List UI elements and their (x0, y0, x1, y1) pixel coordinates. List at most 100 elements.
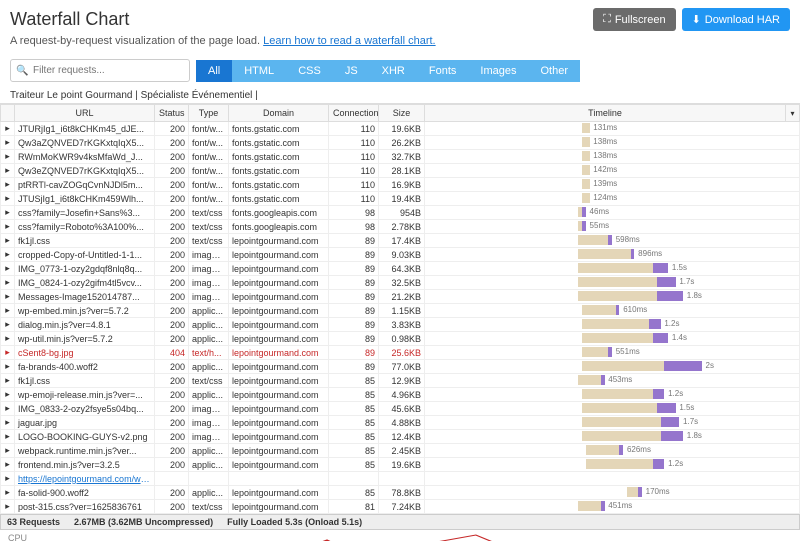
url-cell[interactable]: fk1jl.css (15, 234, 155, 248)
url-cell[interactable]: JTURjIg1_i6t8kCHKm45_dJE... (15, 122, 155, 136)
table-row[interactable]: ▸ fa-solid-900.woff2 200applic...lepoint… (1, 486, 800, 500)
url-cell[interactable]: ptRRTl-cavZOGqCvnNJDl5m... (15, 178, 155, 192)
url-cell[interactable]: RWmMoKWR9v4ksMfaWd_J... (15, 150, 155, 164)
filter-js[interactable]: JS (333, 60, 370, 82)
fullscreen-button[interactable]: ⛶ Fullscreen (593, 8, 675, 31)
url-cell[interactable]: fa-brands-400.woff2 (15, 360, 155, 374)
expand-icon[interactable]: ▸ (1, 290, 15, 304)
filter-other[interactable]: Other (528, 60, 580, 82)
expand-icon[interactable]: ▸ (1, 150, 15, 164)
table-row[interactable]: ▸ Messages-Image152014787... 200image/..… (1, 290, 800, 304)
expand-icon[interactable]: ▸ (1, 192, 15, 206)
table-row[interactable]: ▸ JTURjIg1_i6t8kCHKm45_dJE... 200font/w.… (1, 122, 800, 136)
expand-icon[interactable]: ▸ (1, 360, 15, 374)
table-row[interactable]: ▸ fk1jl.css 200text/csslepointgourmand.c… (1, 374, 800, 388)
search-input[interactable] (10, 59, 190, 82)
table-row[interactable]: ▸ wp-util.min.js?ver=5.7.2 200applic...l… (1, 332, 800, 346)
url-cell[interactable]: https://lepointgourmand.com/wp-content/u… (15, 472, 155, 486)
url-cell[interactable]: Messages-Image152014787... (15, 290, 155, 304)
expand-icon[interactable]: ▸ (1, 178, 15, 192)
expand-icon[interactable]: ▸ (1, 430, 15, 444)
url-cell[interactable]: css?family=Josefin+Sans%3... (15, 206, 155, 220)
learn-link[interactable]: Learn how to read a waterfall chart. (263, 35, 435, 47)
table-row[interactable]: ▸ webpack.runtime.min.js?ver... 200appli… (1, 444, 800, 458)
table-row[interactable]: ▸ Qw3eZQNVED7rKGKxtqIqX5... 200font/w...… (1, 164, 800, 178)
col-type[interactable]: Type (189, 105, 229, 122)
col-domain[interactable]: Domain (229, 105, 329, 122)
table-row[interactable]: ▸ frontend.min.js?ver=3.2.5 200applic...… (1, 458, 800, 472)
expand-icon[interactable]: ▸ (1, 276, 15, 290)
table-row[interactable]: ▸ wp-embed.min.js?ver=5.7.2 200applic...… (1, 304, 800, 318)
expand-icon[interactable]: ▸ (1, 122, 15, 136)
col-size[interactable]: Size (379, 105, 425, 122)
url-cell[interactable]: wp-emoji-release.min.js?ver=... (15, 388, 155, 402)
expand-icon[interactable]: ▸ (1, 416, 15, 430)
table-row[interactable]: ▸ jaguar.jpg 200image/...lepointgourmand… (1, 416, 800, 430)
url-cell[interactable]: jaguar.jpg (15, 416, 155, 430)
url-cell[interactable]: IMG_0824-1-ozy2gifm4tl5vcv... (15, 276, 155, 290)
expand-icon[interactable]: ▸ (1, 472, 15, 486)
table-row[interactable]: ▸ post-315.css?ver=1625836761 200text/cs… (1, 500, 800, 514)
col-url[interactable]: URL (15, 105, 155, 122)
expand-icon[interactable]: ▸ (1, 458, 15, 472)
url-cell[interactable]: cSent8-bg.jpg (15, 346, 155, 360)
url-cell[interactable]: cropped-Copy-of-Untitled-1-1... (15, 248, 155, 262)
expand-icon[interactable]: ▸ (1, 500, 15, 514)
expand-icon[interactable]: ▸ (1, 374, 15, 388)
filter-all[interactable]: All (196, 60, 232, 82)
url-cell[interactable]: JTUSjIg1_i6t8kCHKm459Wlh... (15, 192, 155, 206)
table-row[interactable]: ▸ IMG_0773-1-ozy2gdqf8nlq8q... 200image/… (1, 262, 800, 276)
expand-icon[interactable]: ▸ (1, 444, 15, 458)
url-cell[interactable]: fa-solid-900.woff2 (15, 486, 155, 500)
table-row[interactable]: ▸ cSent8-bg.jpg 404text/h...lepointgourm… (1, 346, 800, 360)
url-cell[interactable]: frontend.min.js?ver=3.2.5 (15, 458, 155, 472)
expand-icon[interactable]: ▸ (1, 346, 15, 360)
expand-icon[interactable]: ▸ (1, 220, 15, 234)
expand-icon[interactable]: ▸ (1, 262, 15, 276)
table-row[interactable]: ▸ cropped-Copy-of-Untitled-1-1... 200ima… (1, 248, 800, 262)
url-cell[interactable]: css?family=Roboto%3A100%... (15, 220, 155, 234)
expand-icon[interactable]: ▸ (1, 486, 15, 500)
url-cell[interactable]: IMG_0773-1-ozy2gdqf8nlq8q... (15, 262, 155, 276)
table-row[interactable]: ▸ IMG_0833-2-ozy2fsye5s04bq... 200image/… (1, 402, 800, 416)
expand-icon[interactable]: ▸ (1, 234, 15, 248)
table-row[interactable]: ▸ css?family=Josefin+Sans%3... 200text/c… (1, 206, 800, 220)
url-cell[interactable]: LOGO-BOOKING-GUYS-v2.png (15, 430, 155, 444)
download-har-button[interactable]: ⬇ Download HAR (682, 8, 790, 31)
col-connection[interactable]: Connection (329, 105, 379, 122)
url-cell[interactable]: Qw3eZQNVED7rKGKxtqIqX5... (15, 164, 155, 178)
url-cell[interactable]: Qw3aZQNVED7rKGKxtqIqX5... (15, 136, 155, 150)
url-cell[interactable]: wp-util.min.js?ver=5.7.2 (15, 332, 155, 346)
timeline-dropdown[interactable]: ▾ (786, 105, 800, 122)
url-cell[interactable]: IMG_0833-2-ozy2fsye5s04bq... (15, 402, 155, 416)
expand-icon[interactable]: ▸ (1, 206, 15, 220)
table-row[interactable]: ▸ JTUSjIg1_i6t8kCHKm459Wlh... 200font/w.… (1, 192, 800, 206)
table-row[interactable]: ▸ dialog.min.js?ver=4.8.1 200applic...le… (1, 318, 800, 332)
table-row[interactable]: ▸ RWmMoKWR9v4ksMfaWd_J... 200font/w...fo… (1, 150, 800, 164)
table-row[interactable]: ▸ fa-brands-400.woff2 200applic...lepoin… (1, 360, 800, 374)
expand-icon[interactable]: ▸ (1, 136, 15, 150)
url-cell[interactable]: dialog.min.js?ver=4.8.1 (15, 318, 155, 332)
url-cell[interactable]: wp-embed.min.js?ver=5.7.2 (15, 304, 155, 318)
table-row[interactable]: ▸ fk1jl.css 200text/csslepointgourmand.c… (1, 234, 800, 248)
expand-icon[interactable]: ▸ (1, 304, 15, 318)
expand-icon[interactable]: ▸ (1, 318, 15, 332)
expand-icon[interactable]: ▸ (1, 402, 15, 416)
col-timeline[interactable]: Timeline (425, 105, 786, 122)
filter-xhr[interactable]: XHR (370, 60, 417, 82)
filter-css[interactable]: CSS (286, 60, 333, 82)
table-row[interactable]: ▸ LOGO-BOOKING-GUYS-v2.png 200image/...l… (1, 430, 800, 444)
url-cell[interactable]: fk1jl.css (15, 374, 155, 388)
expand-icon[interactable]: ▸ (1, 332, 15, 346)
table-row[interactable]: ▸ IMG_0824-1-ozy2gifm4tl5vcv... 200image… (1, 276, 800, 290)
filter-fonts[interactable]: Fonts (417, 60, 469, 82)
filter-html[interactable]: HTML (232, 60, 286, 82)
expand-icon[interactable]: ▸ (1, 388, 15, 402)
table-row[interactable]: ▸ css?family=Roboto%3A100%... 200text/cs… (1, 220, 800, 234)
url-cell[interactable]: post-315.css?ver=1625836761 (15, 500, 155, 514)
col-status[interactable]: Status (155, 105, 189, 122)
expand-icon[interactable]: ▸ (1, 164, 15, 178)
expand-icon[interactable]: ▸ (1, 248, 15, 262)
table-row[interactable]: ▸ Qw3aZQNVED7rKGKxtqIqX5... 200font/w...… (1, 136, 800, 150)
table-row[interactable]: ▸ wp-emoji-release.min.js?ver=... 200app… (1, 388, 800, 402)
